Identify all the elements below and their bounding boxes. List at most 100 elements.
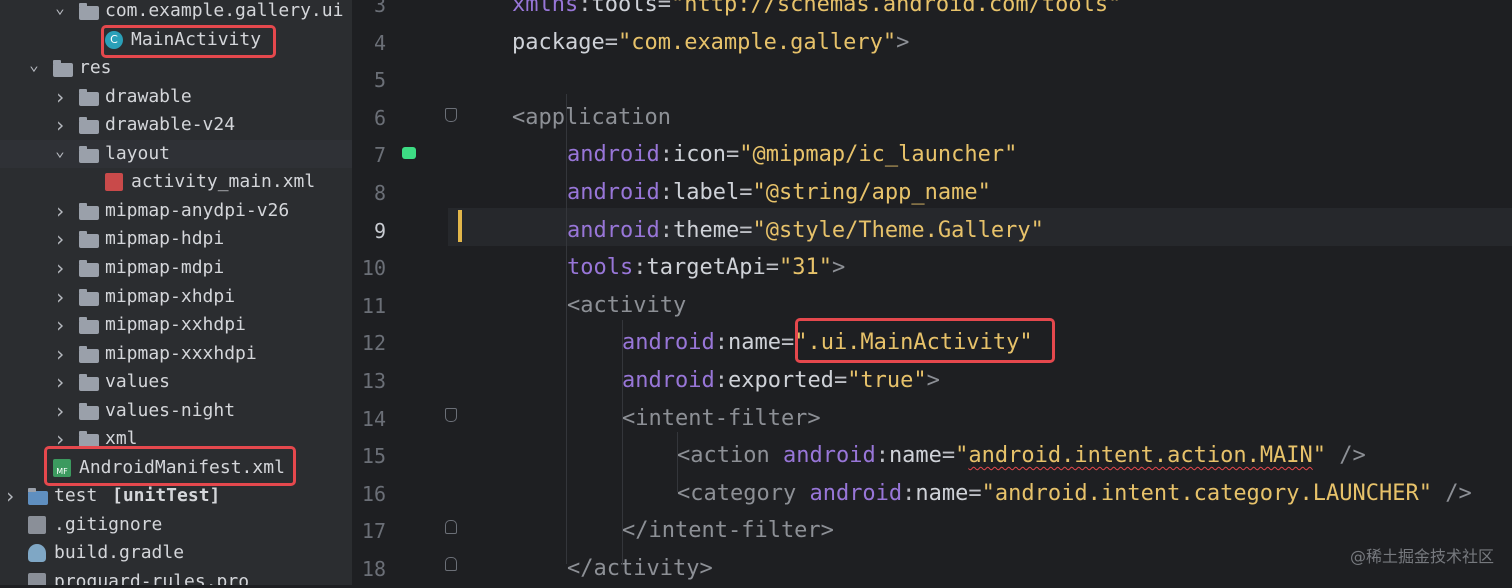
code-token: : — [714, 368, 728, 393]
line-number: 4 — [373, 30, 386, 55]
line-number: 7 — [373, 143, 386, 168]
tree-item-gitignore[interactable]: .gitignore — [0, 511, 352, 539]
code-token: "http://schemas.android.com/tools" — [670, 0, 1122, 17]
line-number: 15 — [361, 444, 386, 469]
chevron-down-icon[interactable]: ⌄ — [53, 140, 67, 168]
android-icon[interactable] — [402, 147, 416, 159]
code-line-11[interactable]: <activity — [567, 287, 686, 325]
chevron-right-icon[interactable]: › — [53, 254, 67, 282]
tree-item-label: res — [79, 57, 112, 79]
code-token: /> — [1326, 443, 1366, 469]
folder-icon — [79, 345, 99, 363]
chevron-down-icon[interactable]: ⌄ — [27, 54, 41, 82]
chevron-right-icon[interactable]: › — [53, 397, 67, 425]
chevron-right-icon[interactable]: › — [53, 197, 67, 225]
project-tree[interactable]: ⌄ com.example.gallery.ui C MainActivity ⌄ res… — [0, 0, 352, 585]
code-token: android — [567, 142, 660, 168]
chevron-right-icon[interactable]: › — [53, 311, 67, 339]
code-token: : — [659, 180, 673, 205]
tree-item-mipmap-mdpi[interactable]: › mipmap-mdpi — [0, 254, 352, 282]
code-line-7[interactable]: android:icon="@mipmap/ic_launcher" — [567, 136, 1017, 174]
folder-icon — [79, 402, 99, 420]
code-line-3[interactable]: xmlns:tools="http://schemas.android.com/… — [512, 0, 1121, 24]
line-number: 3 — [373, 0, 386, 17]
code-line-17[interactable]: </intent-filter> — [622, 512, 834, 550]
code-line-9[interactable]: android:theme="@style/Theme.Gallery" — [567, 212, 1044, 250]
code-token: targetApi — [646, 255, 766, 281]
code-line-13[interactable]: android:exported="true"> — [622, 362, 940, 400]
tree-item-label: drawable-v24 — [105, 114, 236, 136]
code-token: : — [659, 217, 673, 243]
code-token: <intent-filter> — [622, 405, 821, 431]
code-token: <activity — [567, 292, 687, 318]
line-number: 6 — [373, 105, 386, 130]
line-number: 14 — [361, 406, 386, 431]
test-folder-icon — [28, 488, 48, 506]
code-line-4[interactable]: package="com.example.gallery"> — [512, 24, 909, 62]
code-token: "@string/app_name" — [752, 180, 991, 205]
chevron-down-icon[interactable]: ⌄ — [53, 0, 67, 25]
chevron-right-icon[interactable]: › — [53, 225, 67, 253]
tree-item-mipmap-hdpi[interactable]: › mipmap-hdpi — [0, 225, 352, 253]
tree-item-proguard-rules-pro[interactable]: proguard-rules.pro — [0, 568, 352, 585]
code-token: = — [968, 480, 982, 506]
chevron-right-icon[interactable]: › — [53, 368, 67, 396]
tree-item-activity-main-xml[interactable]: activity_main.xml — [0, 168, 352, 196]
tree-item-mipmap-anydpi-v26[interactable]: › mipmap-anydpi-v26 — [0, 197, 352, 225]
indent-guide — [677, 432, 678, 492]
code-token: "@mipmap/ic_launcher" — [739, 142, 1018, 168]
tree-item-res[interactable]: ⌄ res — [0, 54, 352, 82]
folder-icon — [79, 202, 99, 220]
folder-icon — [79, 374, 99, 392]
tree-item-mipmap-xxhdpi[interactable]: › mipmap-xxhdpi — [0, 311, 352, 339]
code-token: </intent-filter> — [622, 518, 834, 544]
tree-item-layout[interactable]: ⌄ layout — [0, 139, 352, 168]
code-token: android — [809, 480, 903, 506]
code-token: exported — [727, 368, 834, 393]
code-line-6[interactable]: <application — [512, 99, 671, 137]
code-token: > — [831, 255, 846, 281]
code-line-10[interactable]: tools:targetApi="31"> — [567, 249, 845, 287]
line-number: 16 — [361, 481, 386, 506]
code-token: = — [604, 29, 618, 55]
code-token: name — [915, 480, 969, 506]
code-line-18[interactable]: </activity> — [567, 550, 713, 588]
chevron-right-icon[interactable]: › — [53, 111, 67, 139]
manifest-highlight — [44, 446, 296, 486]
code-token: = — [657, 0, 671, 17]
tree-item-build-gradle[interactable]: build.gradle — [0, 539, 352, 567]
code-line-8[interactable]: android:label="@string/app_name" — [567, 174, 991, 212]
code-token: <category — [677, 480, 810, 506]
code-token: name — [888, 443, 942, 469]
code-token: > — [926, 368, 940, 393]
code-token: = — [739, 180, 753, 205]
code-line-14[interactable]: <intent-filter> — [622, 400, 821, 438]
tree-item-label: .gitignore — [54, 513, 163, 535]
code-token: = — [739, 217, 753, 243]
code-token: : — [875, 443, 889, 469]
indent-guide — [566, 94, 567, 564]
tree-item-com-example-gallery-ui[interactable]: ⌄ com.example.gallery.ui — [0, 0, 352, 25]
chevron-right-icon[interactable]: › — [53, 340, 67, 368]
chevron-right-icon[interactable]: › — [3, 482, 17, 510]
chevron-right-icon[interactable]: › — [53, 283, 67, 311]
tree-item-drawable[interactable]: › drawable — [0, 83, 352, 111]
tree-item-values-night[interactable]: › values-night — [0, 397, 352, 425]
tree-item-test[interactable]: › test [unitTest] — [0, 482, 352, 510]
tree-item-values[interactable]: › values — [0, 368, 352, 396]
line-number: 9 — [373, 218, 386, 243]
code-editor[interactable]: xmlns:tools="http://schemas.android.com/… — [448, 0, 1512, 585]
indent-guide — [622, 320, 623, 565]
tree-item-mipmap-xhdpi[interactable]: › mipmap-xhdpi — [0, 283, 352, 311]
code-token: name — [727, 330, 781, 356]
tree-item-label: layout — [105, 142, 171, 164]
tree-item-label: values — [105, 371, 171, 393]
code-token: <application — [512, 104, 671, 130]
code-line-15[interactable]: <action android:name="android.intent.act… — [677, 437, 1366, 475]
code-token: /> — [1432, 480, 1472, 506]
tree-item-mipmap-xxxhdpi[interactable]: › mipmap-xxxhdpi — [0, 340, 352, 368]
folder-icon — [79, 88, 99, 106]
code-line-16[interactable]: <category android:name="android.intent.c… — [677, 475, 1472, 513]
chevron-right-icon[interactable]: › — [53, 83, 67, 111]
tree-item-drawable-v24[interactable]: › drawable-v24 — [0, 111, 352, 139]
